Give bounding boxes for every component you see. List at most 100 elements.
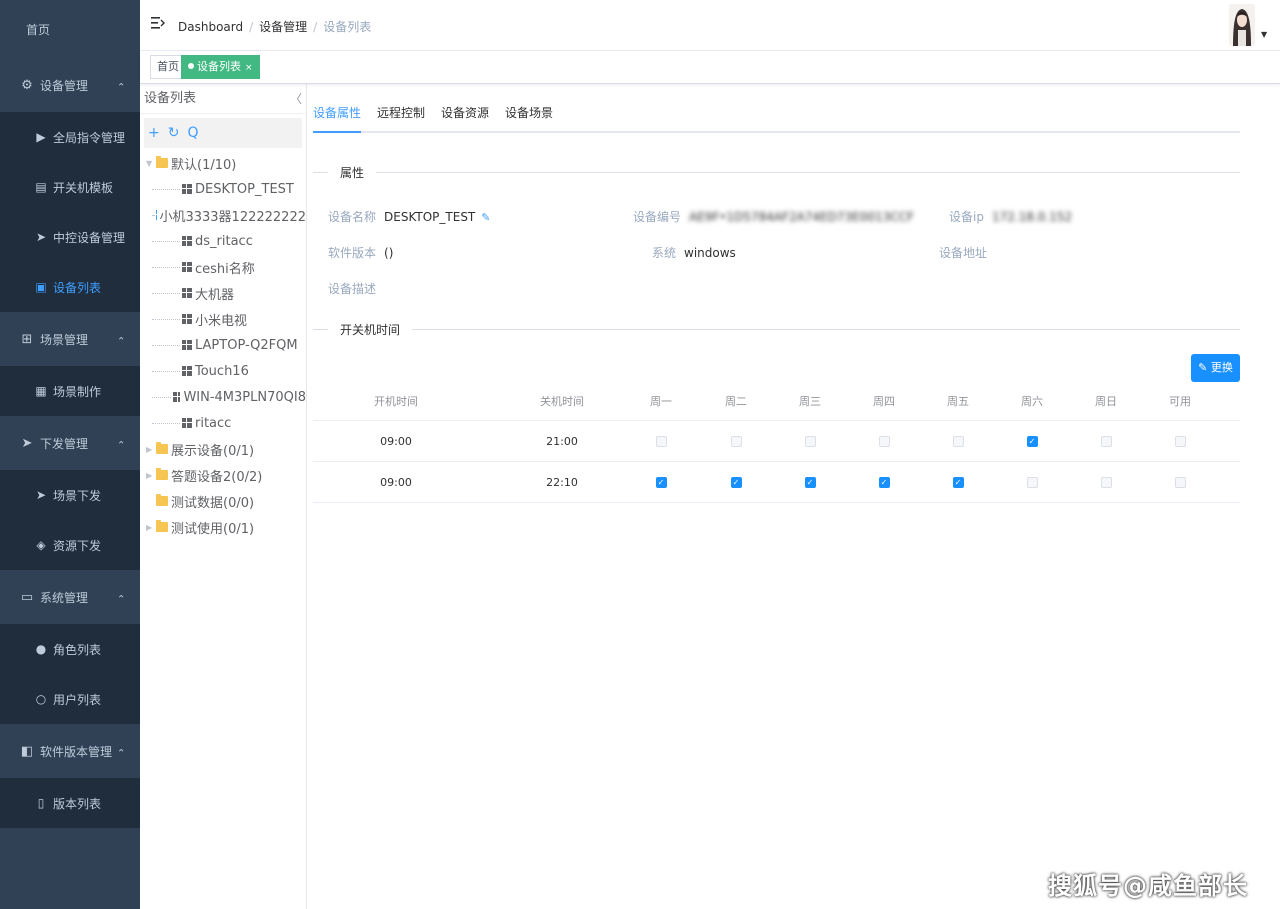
windows-icon (182, 418, 192, 428)
caret-right-icon[interactable]: ▶ (146, 445, 156, 454)
tab-remote-control[interactable]: 远程控制 (377, 104, 425, 133)
caret-right-icon[interactable]: ▶ (146, 471, 156, 480)
property-value: AE9F•1D5784AF2A74ED73E0013CCF (689, 210, 914, 224)
tab-device-properties[interactable]: 设备属性 (313, 104, 362, 133)
sidebar-item-scene-making[interactable]: ▦ 场景制作 (0, 366, 140, 416)
checkbox-sun[interactable] (1100, 435, 1112, 447)
tree-device[interactable]: WIN-4M3PLN70QI8 (140, 384, 306, 410)
tree-device[interactable]: ceshi名称 (140, 254, 306, 280)
sidebar-item-power-template[interactable]: ▤ 开关机模板 (0, 162, 140, 212)
search-icon[interactable]: Q (187, 125, 198, 141)
sidebar-group-dispatch-management[interactable]: ➤ 下发管理 ⌄ (0, 416, 140, 470)
sidebar-item-version-list[interactable]: ▯ 版本列表 (0, 778, 140, 828)
caret-down-icon[interactable]: ▼ (146, 159, 156, 168)
checkbox-sun[interactable] (1100, 476, 1112, 488)
tree-device[interactable]: DESKTOP_TEST (140, 176, 306, 202)
checkbox-wed[interactable]: ✓ (804, 476, 816, 488)
tree-group-label: 默认(1/10) (171, 157, 237, 173)
sidebar-item-label: 版本列表 (53, 796, 102, 811)
watermark: 搜狐号@咸鱼部长 (1048, 872, 1248, 900)
property-label: 设备描述 (328, 282, 377, 296)
tree-device[interactable]: ds_ritacc (140, 228, 306, 254)
property-software-version: 软件版本 () (328, 244, 393, 261)
checkbox-mon[interactable]: ✓ (655, 476, 667, 488)
tree-group[interactable]: ▶ 测试使用(0/1) (140, 514, 306, 540)
checkbox-cell-tue (714, 421, 758, 461)
section-divider (313, 172, 1240, 173)
tree-device-label: WIN-4M3PLN70QI8 (183, 389, 306, 405)
property-label: 软件版本 (328, 246, 377, 260)
sidebar-group-software-version[interactable]: ◧ 软件版本管理 ⌄ (0, 724, 140, 778)
tree-device[interactable]: 小米电视 (140, 306, 306, 332)
collapse-icon[interactable]: 〈 (290, 84, 302, 114)
tree-device[interactable]: 小机3333器122222222 (140, 202, 306, 228)
tree-group[interactable]: ▶ 答题设备2(0/2) (140, 462, 306, 488)
tree-group[interactable]: ▶ 展示设备(0/1) (140, 436, 306, 462)
sidebar-item-home[interactable]: 首页 (0, 0, 140, 58)
tree-group[interactable]: 测试数据(0/0) (140, 488, 306, 514)
checkbox-enabled[interactable] (1174, 435, 1186, 447)
edit-icon[interactable]: ✎ (481, 211, 490, 224)
checkbox-cell-enabled (1158, 462, 1202, 502)
chevron-up-icon: ⌄ (117, 80, 126, 91)
tab-device-scenes[interactable]: 设备场景 (505, 104, 553, 133)
tree-group-label: 展示设备(0/1) (171, 443, 255, 459)
property-label: 设备地址 (939, 246, 988, 260)
checkbox-wed[interactable] (804, 435, 816, 447)
property-device-description: 设备描述 (328, 280, 384, 297)
close-icon[interactable]: × (245, 63, 253, 73)
checkbox-cell-mon (639, 421, 683, 461)
breadcrumb: Dashboard / 设备管理 / 设备列表 (178, 18, 371, 35)
checkbox-cell-wed (788, 421, 832, 461)
caret-right-icon[interactable]: ▶ (146, 523, 156, 532)
checkbox-tue[interactable]: ✓ (730, 476, 742, 488)
property-value: windows (684, 246, 736, 260)
sidebar-item-device-list[interactable]: ▣ 设备列表 (0, 262, 140, 312)
checkbox-sat[interactable] (1026, 476, 1038, 488)
windows-icon (182, 262, 192, 272)
submenu-scene-management: ▦ 场景制作 (0, 366, 140, 416)
sidebar-group-system-management[interactable]: ▭ 系统管理 ⌄ (0, 570, 140, 624)
column-header: 周三 (799, 395, 821, 408)
tag-label: 首页 (157, 60, 179, 73)
properties-section-title: 属性 (328, 164, 377, 181)
tree-device[interactable]: 大机器 (140, 280, 306, 306)
device-detail: 设备属性 远程控制 设备资源 设备场景 属性 设备名称 DESKTOP_TEST ✎… (307, 84, 1280, 909)
tree-device-label: DESKTOP_TEST (195, 181, 294, 197)
checkbox-thu[interactable] (878, 435, 890, 447)
checkbox-cell-tue: ✓ (714, 462, 758, 502)
tree-device[interactable]: ritacc (140, 410, 306, 436)
sidebar-item-scene-dispatch[interactable]: ➤ 场景下发 (0, 470, 140, 520)
sidebar-item-role-list[interactable]: ● 角色列表 (0, 624, 140, 674)
sidebar-item-resource-dispatch[interactable]: ◈ 资源下发 (0, 520, 140, 570)
scene-icon: ⊞ (21, 331, 33, 347)
add-icon[interactable]: + (148, 125, 160, 141)
checkbox-mon[interactable] (655, 435, 667, 447)
sidebar-group-scene-management[interactable]: ⊞ 场景管理 ⌄ (0, 312, 140, 366)
hamburger-icon[interactable] (151, 16, 165, 30)
avatar[interactable] (1229, 4, 1255, 46)
checkbox-thu[interactable]: ✓ (878, 476, 890, 488)
sidebar-item-user-list[interactable]: ○ 用户列表 (0, 674, 140, 724)
tag-device-list[interactable]: 设备列表 × (181, 55, 260, 79)
checkbox-fri[interactable] (952, 435, 964, 447)
checkbox-sat[interactable]: ✓ (1026, 435, 1038, 447)
sidebar-group-device-management[interactable]: ⚙ 设备管理 ⌄ (0, 58, 140, 112)
tree-title: 设备列表 (144, 91, 197, 106)
tree-group-default[interactable]: ▼ 默认(1/10) (140, 150, 306, 176)
tab-device-resources[interactable]: 设备资源 (441, 104, 489, 133)
sidebar-item-central-control[interactable]: ➤ 中控设备管理 (0, 212, 140, 262)
change-schedule-button[interactable]: ✎ 更换 (1191, 354, 1240, 382)
column-header: 周二 (725, 395, 747, 408)
breadcrumb-item[interactable]: Dashboard (178, 20, 243, 34)
tree-device[interactable]: LAPTOP-Q2FQM (140, 332, 306, 358)
checkbox-tue[interactable] (730, 435, 742, 447)
tree-device[interactable]: Touch16 (140, 358, 306, 384)
section-divider (313, 329, 1240, 330)
sidebar-item-global-commands[interactable]: ▶ 全局指令管理 (0, 112, 140, 162)
checkbox-enabled[interactable] (1174, 476, 1186, 488)
checkbox-fri[interactable]: ✓ (952, 476, 964, 488)
refresh-icon[interactable]: ↻ (168, 125, 180, 141)
caret-down-icon[interactable]: ▼ (1261, 30, 1267, 39)
breadcrumb-item[interactable]: 设备管理 (259, 20, 307, 34)
